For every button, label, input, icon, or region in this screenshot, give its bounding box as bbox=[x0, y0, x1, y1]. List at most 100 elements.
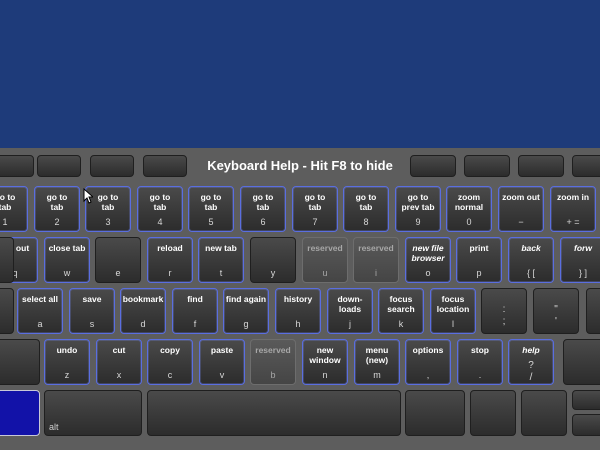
function-key[interactable] bbox=[37, 155, 81, 177]
key-sym-zoom-in[interactable]: zoom in + = bbox=[550, 186, 596, 232]
key-4-go-to-tab[interactable]: go to tab 4 bbox=[137, 186, 183, 232]
function-key[interactable] bbox=[90, 155, 134, 177]
key-character-label: l bbox=[452, 319, 454, 329]
function-key[interactable] bbox=[0, 155, 34, 177]
key-sym-options[interactable]: options, bbox=[405, 339, 451, 385]
tab-key[interactable] bbox=[0, 237, 14, 283]
key-action-label: history bbox=[283, 294, 313, 304]
key-f-find[interactable]: find f bbox=[172, 288, 218, 334]
key-character-label: v bbox=[219, 370, 225, 380]
key-character-label: w bbox=[63, 268, 71, 278]
key-7-go-to-tab[interactable]: go to tab 7 bbox=[292, 186, 338, 232]
key-sym-forw[interactable]: forw} ] bbox=[560, 237, 600, 283]
function-key[interactable] bbox=[143, 155, 187, 177]
key-m-menu-new[interactable]: menu (new) m bbox=[354, 339, 400, 385]
key-k-focus-search[interactable]: focus search k bbox=[378, 288, 424, 334]
function-key[interactable] bbox=[464, 155, 510, 177]
key-sym[interactable]: : ; bbox=[481, 288, 527, 334]
key-action-label: zoom in bbox=[556, 192, 590, 202]
key-action-label: close tab bbox=[48, 243, 86, 253]
key-p-print[interactable]: print p bbox=[456, 237, 502, 283]
key-character-label: 7 bbox=[312, 217, 318, 227]
function-key[interactable] bbox=[410, 155, 456, 177]
key-o-new-file-browser[interactable]: new file browser o bbox=[405, 237, 451, 283]
key-action-label: go to tab bbox=[304, 192, 326, 212]
key-character-label: z bbox=[64, 370, 70, 380]
key-g-find-again[interactable]: find again g bbox=[223, 288, 269, 334]
key-t-new-tab[interactable]: new tab t bbox=[198, 237, 244, 283]
return-key[interactable] bbox=[586, 288, 600, 334]
key-action-label: print bbox=[469, 243, 489, 253]
key-j-down-loads[interactable]: down- loads j bbox=[327, 288, 373, 334]
key-character-label: 1 bbox=[2, 217, 8, 227]
key-v-paste[interactable]: paste v bbox=[199, 339, 245, 385]
key-d-bookmark[interactable]: bookmark d bbox=[120, 288, 166, 334]
key-2-go-to-tab[interactable]: go to tab 2 bbox=[34, 186, 80, 232]
key-action-label: go to tab bbox=[46, 192, 68, 212]
alt-key-right[interactable] bbox=[405, 390, 465, 436]
key-0-zoom-normal[interactable]: zoom normal 0 bbox=[446, 186, 492, 232]
key-character-label: ? / bbox=[528, 360, 534, 383]
key-character-label: , bbox=[426, 370, 430, 380]
key-6-go-to-tab[interactable]: go to tab 6 bbox=[240, 186, 286, 232]
key-sym[interactable]: " ' bbox=[533, 288, 579, 334]
key-w-close-tab[interactable]: close tab w bbox=[44, 237, 90, 283]
key-character-label: 4 bbox=[157, 217, 163, 227]
key-action-label: go to tab bbox=[252, 192, 274, 212]
key-r-reload[interactable]: reload r bbox=[147, 237, 193, 283]
key-5-go-to-tab[interactable]: go to tab 5 bbox=[188, 186, 234, 232]
function-key[interactable] bbox=[572, 155, 600, 177]
spacebar-key[interactable] bbox=[147, 390, 401, 436]
key-character-label: 9 bbox=[415, 217, 421, 227]
key-8-go-to-tab[interactable]: go to tab 8 bbox=[343, 186, 389, 232]
key-character-label: a bbox=[37, 319, 43, 329]
key-character-label: m bbox=[373, 370, 381, 380]
key-action-label: reserved bbox=[307, 243, 343, 253]
key-s-save[interactable]: save s bbox=[69, 288, 115, 334]
key-character-label: . bbox=[478, 370, 482, 380]
key-sym-zoom-out[interactable]: zoom out − bbox=[498, 186, 544, 232]
keyboard-help-title: Keyboard Help - Hit F8 to hide bbox=[207, 158, 393, 173]
key-character-label: p bbox=[476, 268, 482, 278]
key-a-select-all[interactable]: select all a bbox=[17, 288, 63, 334]
key-action-label: go to tab bbox=[0, 192, 16, 212]
key-l-focus-location[interactable]: focus location l bbox=[430, 288, 476, 334]
key-h-history[interactable]: history h bbox=[275, 288, 321, 334]
key-z-undo[interactable]: undo z bbox=[44, 339, 90, 385]
alt-key[interactable]: alt bbox=[44, 390, 142, 436]
key-i-reserved[interactable]: reserved i bbox=[353, 237, 399, 283]
key-b-reserved[interactable]: reserved b bbox=[250, 339, 296, 385]
key-action-label: help bbox=[522, 345, 540, 355]
key-y[interactable]: y bbox=[250, 237, 296, 283]
caps-lock-key[interactable] bbox=[0, 288, 14, 334]
function-key[interactable] bbox=[518, 155, 564, 177]
key-character-label: x bbox=[116, 370, 122, 380]
arrow-down-key[interactable] bbox=[572, 414, 600, 436]
key-character-label: 6 bbox=[260, 217, 266, 227]
key-e[interactable]: e bbox=[95, 237, 141, 283]
key-action-label: focus location bbox=[436, 294, 470, 314]
ctrl-key-highlighted[interactable] bbox=[0, 390, 40, 436]
key-sym-stop[interactable]: stop. bbox=[457, 339, 503, 385]
key-action-label: focus search bbox=[387, 294, 415, 314]
key-sym-back[interactable]: back { [ bbox=[508, 237, 554, 283]
key-character-label: k bbox=[398, 319, 404, 329]
key-u-reserved[interactable]: reserved u bbox=[302, 237, 348, 283]
arrow-up-key[interactable] bbox=[572, 390, 600, 410]
key-sym-help[interactable]: help ? / bbox=[508, 339, 554, 385]
key-action-label: copy bbox=[160, 345, 180, 355]
shift-key-right[interactable] bbox=[563, 339, 600, 385]
key-x-cut[interactable]: cut x bbox=[96, 339, 142, 385]
key-9-go-to-prev-tab[interactable]: go to prev tab 9 bbox=[395, 186, 441, 232]
key-1-go-to-tab[interactable]: go to tab 1 bbox=[0, 186, 28, 232]
key-action-label: new file browser bbox=[411, 243, 445, 263]
key-n-new-window[interactable]: new window n bbox=[302, 339, 348, 385]
shift-key-left[interactable] bbox=[0, 339, 40, 385]
key-action-label: go to prev tab bbox=[401, 192, 435, 212]
key-c-copy[interactable]: copy c bbox=[147, 339, 193, 385]
key-action-label: cut bbox=[112, 345, 126, 355]
key-action-label: select all bbox=[22, 294, 58, 304]
arrow-left-key[interactable] bbox=[521, 390, 567, 436]
ctrl-key-right[interactable] bbox=[470, 390, 516, 436]
key-action-label: reserved bbox=[255, 345, 291, 355]
